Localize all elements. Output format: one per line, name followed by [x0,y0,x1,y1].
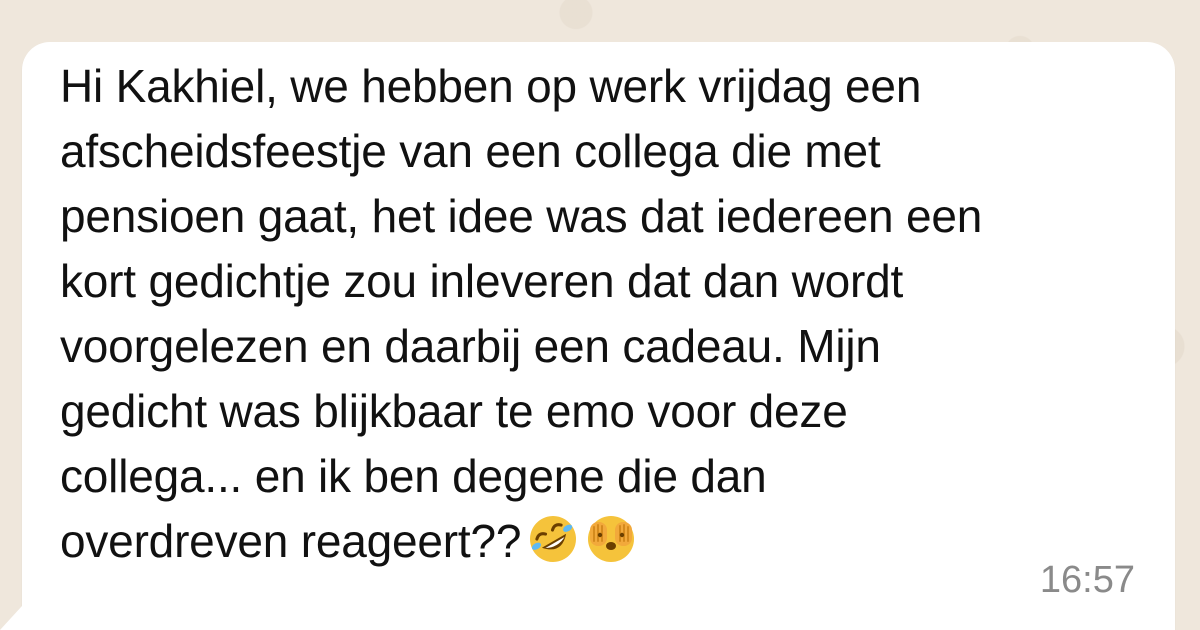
message-text: Hi Kakhiel, we hebben op werk vrijdag ee… [60,54,1155,574]
message-line-1: Hi Kakhiel, we hebben op werk vrijdag ee… [60,60,922,112]
message-line-3: pensioen gaat, het idee was dat iedereen… [60,190,983,242]
received-message-bubble[interactable]: Hi Kakhiel, we hebben op werk vrijdag ee… [0,42,1175,630]
message-timestamp: 16:57 [1039,559,1135,601]
rolling-on-floor-laughing-emoji [527,513,579,565]
message-line-7: collega... en ik ben degene die dan [60,450,767,502]
bubble-tail [0,606,22,630]
message-line-5: voorgelezen en daarbij een cadeau. Mijn [60,320,881,372]
message-line-8-text: overdreven reageert?? [60,515,522,567]
message-line-6: gedicht was blijkbaar te emo voor deze [60,385,848,437]
face-with-hands-over-eyes-emoji [585,513,637,565]
message-line-8: overdreven reageert?? [60,509,1155,574]
message-line-4: kort gedichtje zou inleveren dat dan wor… [60,255,904,307]
message-line-2: afscheidsfeestje van een collega die met [60,125,881,177]
